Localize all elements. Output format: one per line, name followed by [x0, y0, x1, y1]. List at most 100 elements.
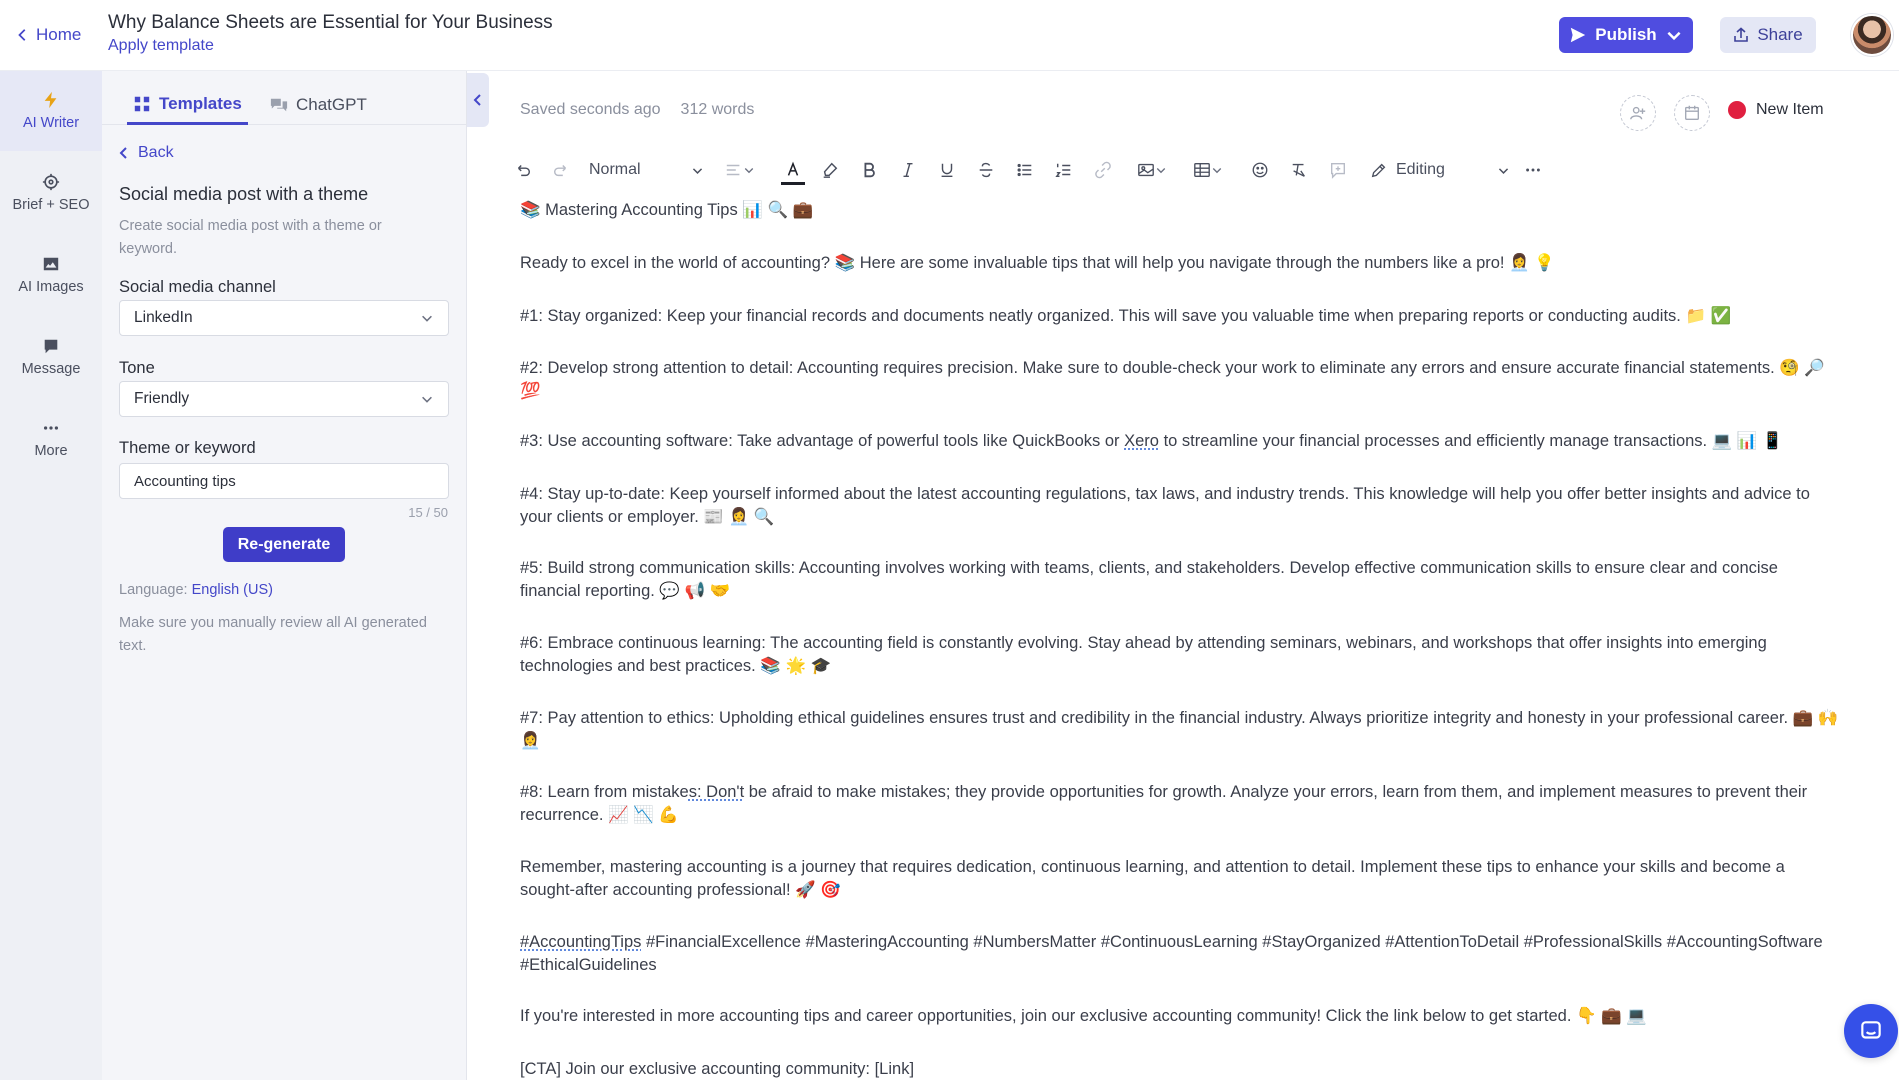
back-label: Back: [138, 144, 174, 161]
spellcheck-word[interactable]: #AccountingTips: [520, 933, 641, 951]
chevron-down-icon: [1667, 31, 1681, 41]
share-button[interactable]: Share: [1720, 17, 1816, 53]
document-title[interactable]: Why Balance Sheets are Essential for You…: [108, 12, 553, 34]
bullet-list-button[interactable]: [1014, 158, 1036, 182]
rail-item-ai-writer[interactable]: AI Writer: [0, 71, 102, 151]
more-dots-icon: [1526, 168, 1540, 172]
template-description: Create social media post with a theme or…: [119, 218, 382, 257]
home-link[interactable]: Home: [16, 22, 81, 48]
templates-icon: [134, 96, 150, 111]
highlight-button[interactable]: [819, 158, 841, 182]
doc-paragraph[interactable]: #8: Learn from mistakes: Don't be afraid…: [520, 781, 1840, 827]
paragraph-style-value: Normal: [589, 161, 641, 178]
doc-paragraph[interactable]: Ready to excel in the world of accountin…: [520, 252, 1840, 275]
doc-paragraph[interactable]: #1: Stay organized: Keep your financial …: [520, 305, 1840, 328]
table-icon: [1194, 163, 1210, 177]
doc-paragraph[interactable]: Remember, mastering accounting is a jour…: [520, 856, 1840, 902]
doc-cta[interactable]: [CTA] Join our exclusive accounting comm…: [520, 1058, 1840, 1080]
italic-icon: [903, 162, 913, 178]
character-counter: 15 / 50: [408, 505, 448, 520]
chevron-left-icon: [473, 94, 481, 106]
status-dot-icon: [1728, 101, 1746, 119]
highlighter-icon: [823, 162, 838, 178]
new-item-status[interactable]: New Item: [1728, 101, 1824, 119]
chat-bubble-icon: [1861, 1021, 1881, 1039]
target-icon: [42, 173, 60, 191]
share-label: Share: [1757, 25, 1803, 44]
tab-templates[interactable]: Templates: [127, 85, 248, 125]
chat-icon: [270, 98, 288, 112]
lightning-icon: [44, 91, 57, 109]
bold-button[interactable]: [858, 158, 880, 182]
font-color-icon: [787, 161, 799, 176]
doc-paragraph[interactable]: #6: Embrace continuous learning: The acc…: [520, 632, 1840, 678]
rail-item-label: Message: [21, 361, 81, 377]
spellcheck-word[interactable]: Xero: [1124, 432, 1159, 450]
font-color-button[interactable]: [781, 158, 805, 185]
strikethrough-icon: [979, 162, 993, 178]
emoji-button[interactable]: [1249, 158, 1271, 182]
doc-paragraph[interactable]: #3: Use accounting software: Take advant…: [520, 430, 1840, 453]
add-collaborator-button[interactable]: [1620, 95, 1656, 131]
channel-value: LinkedIn: [134, 309, 193, 326]
numbered-list-button[interactable]: [1053, 158, 1075, 182]
template-title: Social media post with a theme: [119, 184, 369, 204]
underline-button[interactable]: [936, 158, 958, 182]
tone-value: Friendly: [134, 390, 190, 407]
channel-select[interactable]: LinkedIn: [119, 300, 449, 336]
more-options-button[interactable]: [1522, 158, 1544, 182]
doc-paragraph[interactable]: #7: Pay attention to ethics: Upholding e…: [520, 707, 1840, 753]
saved-status: Saved seconds ago: [520, 101, 661, 118]
rail-item-message[interactable]: Message: [0, 317, 102, 397]
editor-status: Saved seconds ago 312 words: [520, 101, 754, 119]
rail-item-brief-seo[interactable]: Brief + SEO: [0, 153, 102, 233]
tone-select[interactable]: Friendly: [119, 381, 449, 417]
strikethrough-button[interactable]: [975, 158, 997, 182]
doc-hashtags[interactable]: #AccountingTips #FinancialExcellence #Ma…: [520, 931, 1840, 977]
doc-paragraph[interactable]: #2: Develop strong attention to detail: …: [520, 357, 1840, 403]
link-button[interactable]: [1092, 158, 1114, 182]
support-chat-button[interactable]: [1844, 1004, 1898, 1058]
redo-icon: [553, 164, 567, 177]
numbered-list-icon: [1055, 163, 1071, 178]
chevron-down-icon: [744, 168, 754, 174]
grammar-suggestion[interactable]: s: Don't: [689, 783, 744, 801]
chevron-left-icon: [18, 29, 26, 41]
publish-button[interactable]: Publish: [1559, 17, 1693, 53]
regenerate-button[interactable]: Re-generate: [223, 527, 345, 562]
paragraph-style-select[interactable]: Normal: [589, 158, 704, 182]
chevron-down-icon: [1498, 167, 1509, 174]
theme-input[interactable]: [119, 463, 449, 499]
italic-button[interactable]: [897, 158, 919, 182]
back-link[interactable]: Back: [118, 144, 174, 162]
editing-mode-select[interactable]: Editing: [1370, 158, 1510, 182]
doc-heading[interactable]: 📚 Mastering Accounting Tips 📊 🔍 💼: [520, 199, 1840, 222]
apply-template-link[interactable]: Apply template: [108, 37, 214, 55]
schedule-button[interactable]: [1674, 95, 1710, 131]
pencil-icon: [1371, 163, 1386, 178]
language-line: Language: English (US): [119, 582, 273, 598]
chevron-down-icon: [422, 315, 432, 322]
tab-chatgpt[interactable]: ChatGPT: [270, 85, 367, 125]
doc-paragraph[interactable]: #5: Build strong communication skills: A…: [520, 557, 1840, 603]
redo-button[interactable]: [550, 158, 572, 182]
editing-mode-label: Editing: [1370, 161, 1445, 179]
language-link[interactable]: English (US): [192, 582, 273, 598]
chevron-left-icon: [119, 147, 127, 159]
new-item-label: New Item: [1756, 101, 1824, 118]
link-icon: [1095, 161, 1111, 179]
align-select[interactable]: [720, 158, 760, 182]
rail-item-more[interactable]: More: [0, 399, 102, 479]
insert-table-select[interactable]: [1187, 158, 1229, 182]
user-avatar[interactable]: [1851, 14, 1893, 56]
collapse-panel-button[interactable]: [467, 73, 489, 127]
doc-paragraph[interactable]: #4: Stay up-to-date: Keep yourself infor…: [520, 483, 1840, 529]
top-bar: Home Why Balance Sheets are Essential fo…: [0, 0, 1899, 71]
doc-paragraph[interactable]: If you're interested in more accounting …: [520, 1005, 1840, 1028]
clear-formatting-button[interactable]: [1288, 158, 1310, 182]
undo-button[interactable]: [512, 158, 534, 182]
insert-image-select[interactable]: [1131, 158, 1173, 182]
add-comment-button[interactable]: [1327, 158, 1349, 182]
rail-item-ai-images[interactable]: AI Images: [0, 235, 102, 315]
more-dots-icon: [43, 426, 59, 430]
